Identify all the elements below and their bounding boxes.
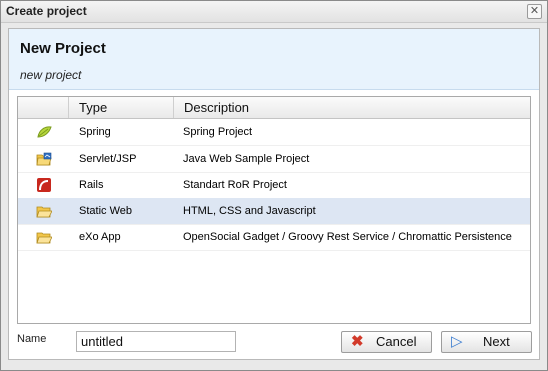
cancel-button[interactable]: ✖ Cancel <box>341 331 432 353</box>
row-type: Static Web <box>79 205 132 217</box>
project-name-input[interactable] <box>76 331 236 352</box>
folder-open-icon <box>36 224 54 250</box>
row-type: eXo App <box>79 231 121 243</box>
column-header-type[interactable]: Type <box>69 97 174 118</box>
table-row[interactable]: eXo App OpenSocial Gadget / Groovy Rest … <box>18 224 530 251</box>
name-label: Name <box>17 333 47 345</box>
page-title: New Project <box>20 40 106 57</box>
table-row[interactable]: Rails Standart RoR Project <box>18 172 530 199</box>
cancel-icon: ✖ <box>351 333 364 350</box>
folder-java-icon <box>36 146 54 172</box>
next-button[interactable]: ▷ Next <box>441 331 532 353</box>
column-header-description[interactable]: Description <box>174 97 530 118</box>
row-type: Servlet/JSP <box>79 153 137 165</box>
close-icon[interactable]: ✕ <box>527 4 542 19</box>
next-button-label: Next <box>483 334 510 349</box>
row-description: HTML, CSS and Javascript <box>183 205 316 217</box>
page-subtitle: new project <box>20 68 82 82</box>
row-type: Rails <box>79 179 104 191</box>
row-description: Standart RoR Project <box>183 179 287 191</box>
row-description: Java Web Sample Project <box>183 153 310 165</box>
column-header-icon[interactable] <box>18 97 69 118</box>
create-project-dialog: Create project ✕ New Project new project… <box>0 0 548 371</box>
table-row-selected[interactable]: Static Web HTML, CSS and Javascript <box>18 198 530 225</box>
cancel-button-label: Cancel <box>376 334 417 349</box>
project-type-table: Type Description Spring Spring Project S… <box>17 96 531 324</box>
folder-open-icon <box>36 198 54 224</box>
row-description: Spring Project <box>183 126 253 138</box>
next-arrow-icon: ▷ <box>451 333 463 350</box>
wizard-header: New Project new project <box>9 29 539 90</box>
leaf-icon <box>36 119 54 145</box>
table-row[interactable]: Spring Spring Project <box>18 119 530 146</box>
dialog-title: Create project <box>6 4 87 18</box>
dialog-content: New Project new project Type Description… <box>8 28 540 360</box>
table-row[interactable]: Servlet/JSP Java Web Sample Project <box>18 146 530 173</box>
table-header: Type Description <box>18 97 530 119</box>
dialog-titlebar[interactable]: Create project ✕ <box>1 1 547 23</box>
rails-icon <box>36 172 54 198</box>
row-type: Spring <box>79 126 111 138</box>
row-description: OpenSocial Gadget / Groovy Rest Service … <box>183 231 512 243</box>
